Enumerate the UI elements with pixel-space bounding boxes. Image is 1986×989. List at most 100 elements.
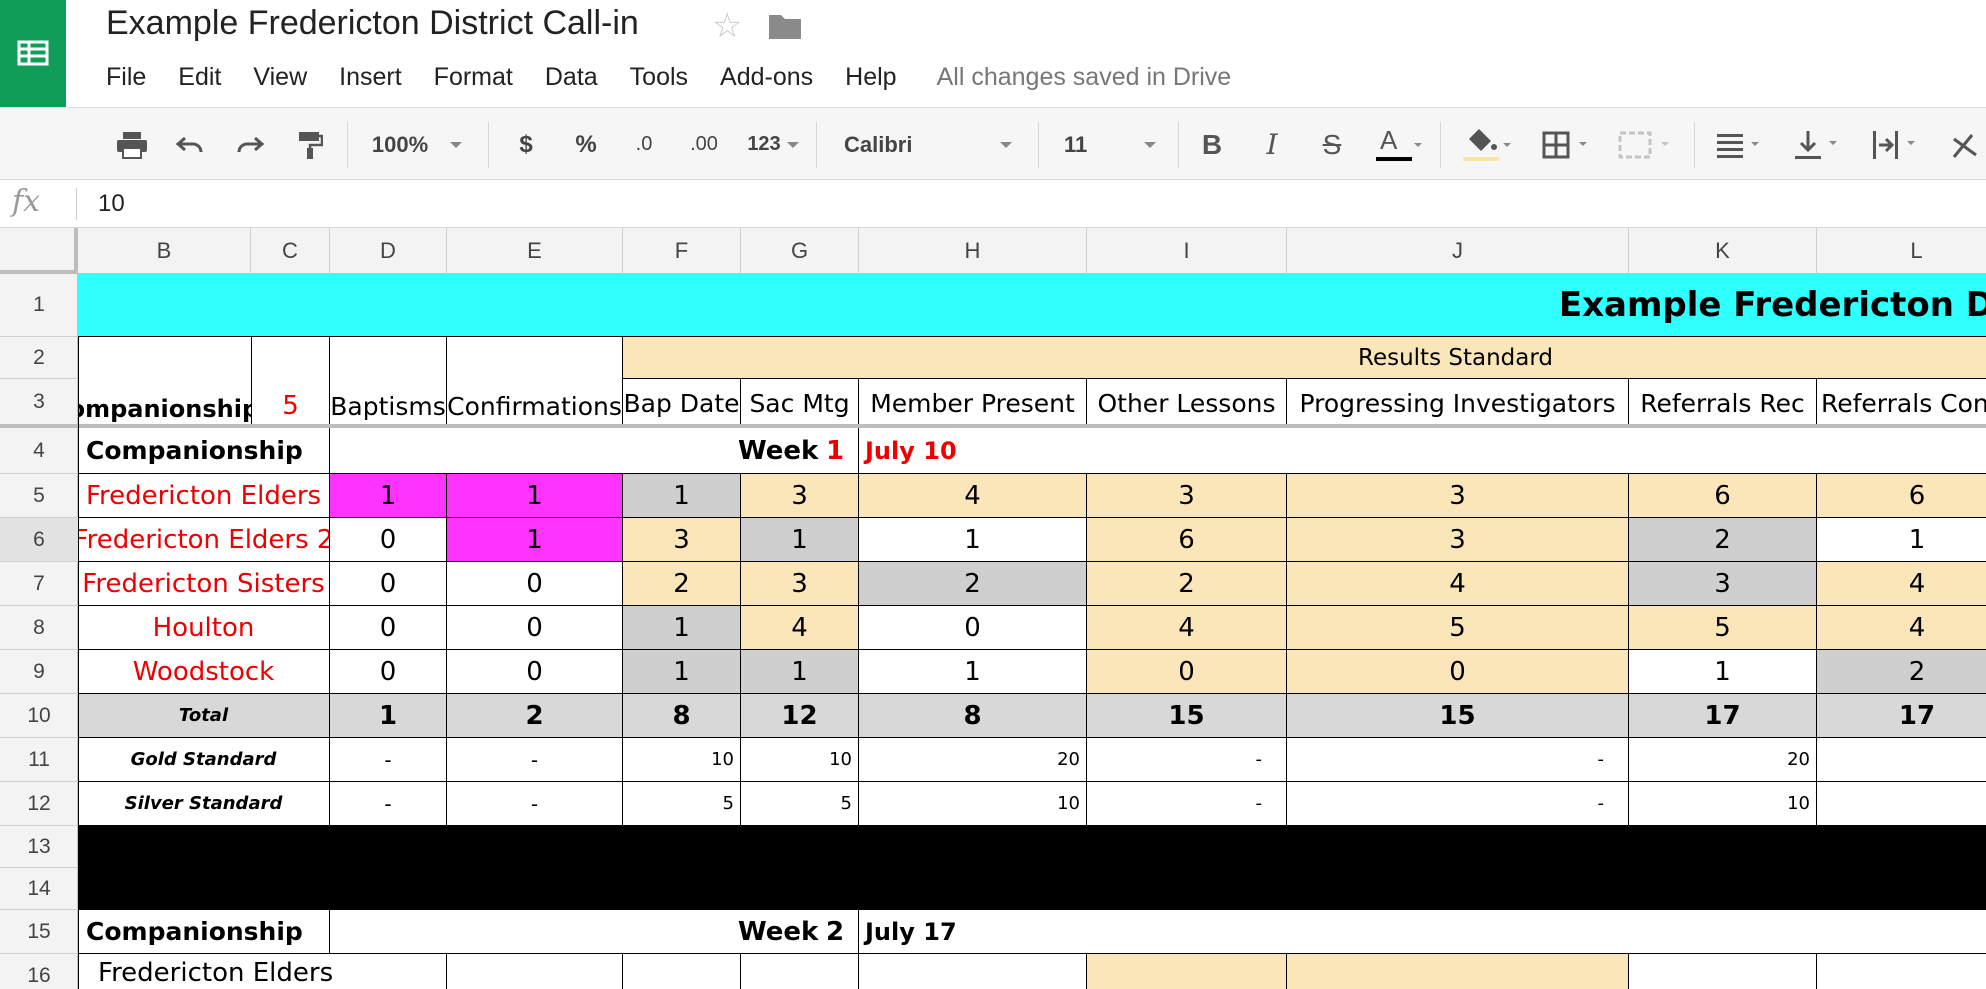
data-cell[interactable]: 5 [1287,606,1629,650]
column-header-f[interactable]: F [623,228,741,274]
silver-cell[interactable]: 10 [1629,782,1817,826]
data-cell[interactable]: 5 [1629,606,1817,650]
data-cell[interactable]: 2 [1087,562,1287,606]
select-all-corner[interactable] [0,228,78,274]
column-header-k[interactable]: K [1629,228,1817,274]
gold-cell[interactable]: 20 [1817,738,1986,782]
sheets-logo-icon[interactable] [0,0,66,107]
data-cell[interactable]: 6 [1817,474,1986,518]
column-header-h[interactable]: H [859,228,1087,274]
data-cell[interactable]: 0 [330,606,447,650]
menu-data[interactable]: Data [545,60,598,94]
data-cell[interactable]: 1 [623,606,741,650]
data-cell[interactable]: 6 [1087,518,1287,562]
column-header-j[interactable]: J [1287,228,1629,274]
row-header-1[interactable]: 1 [0,274,78,337]
companionships-label-cell[interactable]: Companionships: [78,337,252,428]
data-cell[interactable]: 1 [447,474,623,518]
header-member-present[interactable]: Member Present [859,379,1087,428]
header-referrals-con[interactable]: Referrals Con [1817,379,1986,428]
row-header-14[interactable]: 14 [0,868,78,910]
data-cell[interactable]: 3 [1287,474,1629,518]
header-bap-date[interactable]: Bap Date [623,379,741,428]
gold-cell[interactable]: 10 [741,738,859,782]
data-cell[interactable]: 0 [330,650,447,694]
data-cell[interactable]: 1 [1629,650,1817,694]
row-header-11[interactable]: 11 [0,738,78,782]
week-label-cell[interactable]: Week 1 [330,428,859,474]
document-title[interactable]: Example Fredericton District Call-in [106,4,639,43]
column-header-b[interactable]: B [78,228,251,274]
save-status[interactable]: All changes saved in Drive [937,63,1232,92]
gold-cell[interactable]: - [330,738,447,782]
zoom-select[interactable]: 100% [358,108,476,181]
strikethrough-icon[interactable]: S [1310,108,1354,181]
companionship-label[interactable]: Companionship [78,428,330,474]
silver-standard-label[interactable]: Silver Standard [78,782,330,826]
vertical-align-icon[interactable] [1786,108,1850,181]
data-cell[interactable]: 0 [1087,650,1287,694]
row-header-12[interactable]: 12 [0,782,78,826]
column-header-c[interactable]: C [251,228,330,274]
gold-cell[interactable]: 10 [623,738,741,782]
gold-cell[interactable]: - [447,738,623,782]
companionship-name[interactable]: Fredericton Sisters [78,562,330,606]
data-cell[interactable] [1087,954,1287,989]
merge-cells-icon[interactable] [1610,108,1680,181]
data-cell[interactable] [1629,954,1817,989]
total-cell[interactable]: 15 [1287,694,1629,738]
data-cell[interactable]: 3 [1287,518,1629,562]
silver-cell[interactable]: - [447,782,623,826]
total-cell[interactable]: 2 [447,694,623,738]
data-cell[interactable]: 4 [859,474,1087,518]
menu-tools[interactable]: Tools [630,60,688,94]
fill-color-icon[interactable] [1454,108,1518,181]
data-cell[interactable]: 2 [623,562,741,606]
menu-view[interactable]: View [253,60,307,94]
row-header-3[interactable]: 3 [0,379,78,428]
row-header-10[interactable]: 10 [0,694,78,738]
companionship-name[interactable]: Houlton [78,606,330,650]
silver-cell[interactable]: - [1087,782,1287,826]
data-cell[interactable]: 1 [859,518,1087,562]
data-cell[interactable]: 3 [1087,474,1287,518]
data-cell[interactable]: 1 [623,474,741,518]
column-header-e[interactable]: E [447,228,623,274]
column-header-d[interactable]: D [330,228,447,274]
total-cell[interactable]: 1 [330,694,447,738]
data-cell[interactable]: 1 [859,650,1087,694]
data-cell[interactable]: 3 [741,562,859,606]
column-header-g[interactable]: G [741,228,859,274]
header-baptisms[interactable]: Baptisms [330,337,447,428]
companionship-name[interactable]: Fredericton Elders [78,474,330,518]
print-icon[interactable] [108,108,156,181]
row-header-16[interactable]: 16 [0,954,78,989]
data-cell[interactable]: 0 [1287,650,1629,694]
data-cell[interactable]: 1 [741,650,859,694]
data-cell[interactable]: 4 [1817,606,1986,650]
more-formats-button[interactable]: 123 [738,108,808,181]
bold-icon[interactable]: B [1190,108,1234,181]
total-cell[interactable]: 17 [1817,694,1986,738]
column-header-l[interactable]: L [1817,228,1986,274]
data-cell[interactable]: 0 [330,518,447,562]
silver-cell[interactable]: 10 [859,782,1087,826]
data-cell[interactable]: 0 [330,562,447,606]
gold-standard-label[interactable]: Gold Standard [78,738,330,782]
data-cell[interactable]: 2 [1817,650,1986,694]
column-header-i[interactable]: I [1087,228,1287,274]
row-header-4[interactable]: 4 [0,428,78,474]
row-header-7[interactable]: 7 [0,562,78,606]
silver-cell[interactable]: 5 [623,782,741,826]
data-cell[interactable]: 0 [859,606,1087,650]
menu-add-ons[interactable]: Add-ons [720,60,813,94]
companionship-name[interactable]: Woodstock [78,650,330,694]
font-size-select[interactable]: 11 [1048,108,1168,181]
data-cell[interactable]: 0 [447,650,623,694]
results-standard-header[interactable]: Results Standard [623,337,1986,379]
data-cell[interactable]: 1 [1817,518,1986,562]
data-cell[interactable]: 2 [1629,518,1817,562]
data-cell[interactable]: 6 [1629,474,1817,518]
italic-icon[interactable]: I [1250,108,1294,181]
data-cell[interactable]: 1 [741,518,859,562]
